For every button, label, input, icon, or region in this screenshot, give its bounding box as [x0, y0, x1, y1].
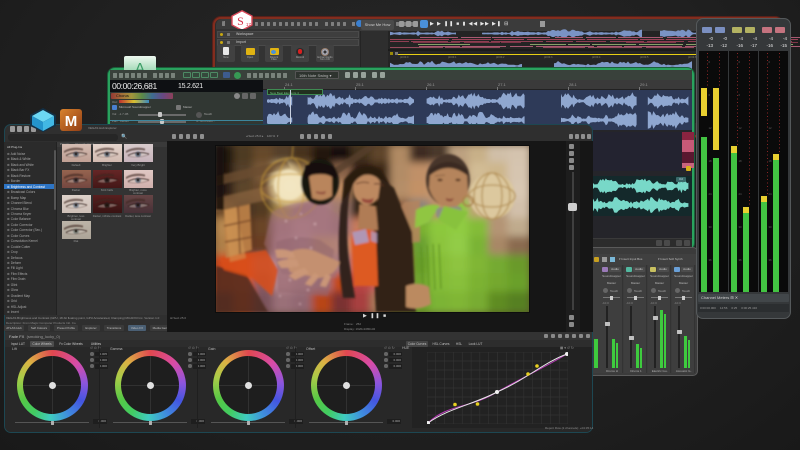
svg-text:M: M: [65, 113, 78, 130]
svg-text:S: S: [237, 14, 244, 28]
svg-text:17: 17: [246, 22, 252, 27]
